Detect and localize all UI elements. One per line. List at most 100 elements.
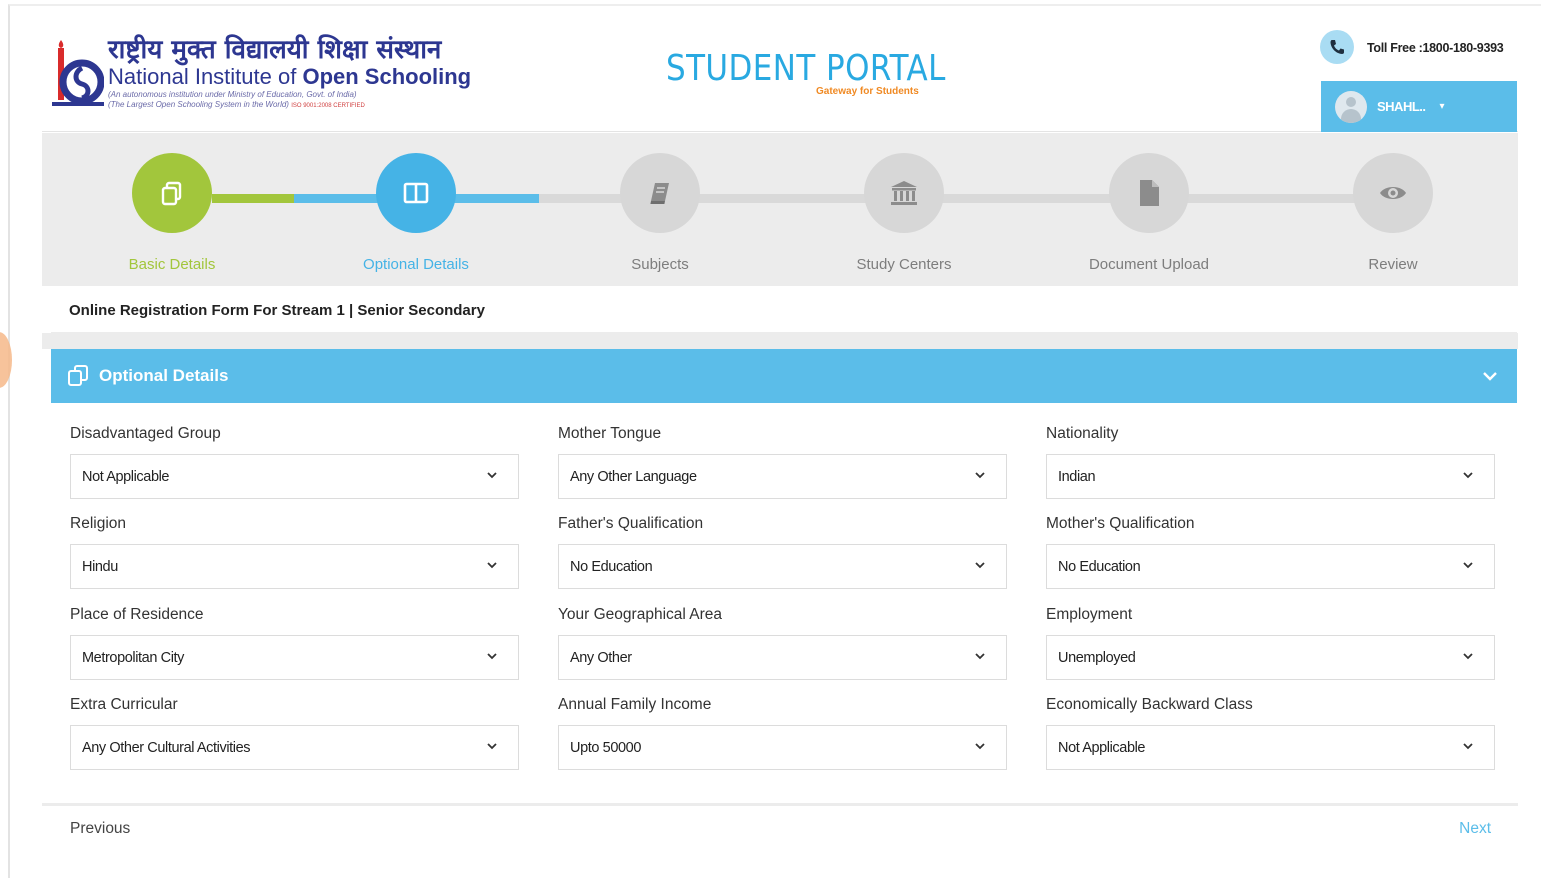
portal-tagline: Gateway for Students	[816, 86, 919, 97]
chevron-down-icon	[975, 472, 985, 479]
select-value: No Education	[1058, 559, 1141, 575]
toll-free-number: Toll Free :1800-180-9393	[1367, 41, 1504, 55]
book-icon	[620, 153, 700, 233]
institution-name-english: National Institute of Open Schooling	[108, 64, 471, 90]
field-employment: Employment Unemployed	[1046, 606, 1495, 680]
select-value: Any Other Language	[570, 469, 697, 485]
field-label: Nationality	[1046, 425, 1119, 442]
field-label: Place of Residence	[70, 606, 204, 623]
field-mother-tongue: Mother Tongue Any Other Language	[558, 425, 1007, 499]
chevron-down-icon	[1463, 562, 1473, 569]
chevron-down-icon	[975, 653, 985, 660]
step-label: Document Upload	[1088, 256, 1210, 273]
field-annual-family-income: Annual Family Income Upto 50000	[558, 696, 1007, 770]
field-label: Your Geographical Area	[558, 606, 723, 623]
step-subjects[interactable]: Subjects	[580, 153, 740, 273]
institution-subtitle-2: (The Largest Open Schooling System in th…	[108, 100, 471, 111]
field-label: Mother's Qualification	[1046, 515, 1195, 532]
institution-name-prefix: National Institute of	[108, 64, 303, 89]
select-value: Any Other	[570, 650, 632, 666]
copy-icon	[132, 153, 212, 233]
field-place-of-residence: Place of Residence Metropolitan City	[70, 606, 519, 680]
field-label: Employment	[1046, 606, 1133, 623]
phone-icon	[1320, 30, 1354, 64]
fathers-qualification-select[interactable]: No Education	[558, 544, 1007, 589]
chevron-down-icon	[1463, 743, 1473, 750]
chevron-down-icon	[487, 743, 497, 750]
field-mothers-qualification: Mother's Qualification No Education	[1046, 515, 1495, 589]
progress-stepper: Basic Details Optional Details Subjects …	[42, 133, 1518, 286]
field-label: Mother Tongue	[558, 425, 662, 442]
select-value: Not Applicable	[1058, 740, 1146, 756]
annual-family-income-select[interactable]: Upto 50000	[558, 725, 1007, 770]
optional-details-panel-header[interactable]: Optional Details	[51, 349, 1517, 403]
header: राष्ट्रीय मुक्त विद्यालयी शिक्षा संस्थान…	[42, 20, 1518, 132]
employment-select[interactable]: Unemployed	[1046, 635, 1495, 680]
eye-icon	[1353, 153, 1433, 233]
portal-branding: STUDENT PORTAL Gateway for Students	[666, 48, 991, 97]
field-extra-curricular: Extra Curricular Any Other Cultural Acti…	[70, 696, 519, 770]
religion-select[interactable]: Hindu	[70, 544, 519, 589]
step-label: Optional Details	[363, 256, 469, 273]
section-divider	[42, 333, 1518, 349]
step-basic-details[interactable]: Basic Details	[92, 153, 252, 273]
step-label: Basic Details	[128, 256, 216, 273]
institution-subtitle-1: (An autonomous institution under Ministr…	[108, 90, 357, 99]
step-review[interactable]: Review	[1313, 153, 1473, 273]
institution-subtitle-2-text: (The Largest Open Schooling System in th…	[108, 100, 289, 109]
field-nationality: Nationality Indian	[1046, 425, 1495, 499]
field-economically-backward-class: Economically Backward Class Not Applicab…	[1046, 696, 1495, 770]
field-label: Annual Family Income	[558, 696, 712, 713]
institution-icon	[864, 153, 944, 233]
iso-certification: ISO 9001:2008 CERTIFIED	[291, 103, 365, 109]
chevron-down-icon	[487, 562, 497, 569]
user-menu-button[interactable]: SHAHL.. ▾	[1321, 81, 1517, 132]
chevron-down-icon	[487, 653, 497, 660]
extra-curricular-select[interactable]: Any Other Cultural Activities	[70, 725, 519, 770]
mothers-qualification-select[interactable]: No Education	[1046, 544, 1495, 589]
select-value: Metropolitan City	[82, 650, 184, 666]
select-value: Upto 50000	[570, 740, 641, 756]
field-geographical-area: Your Geographical Area Any Other	[558, 606, 1007, 680]
geographical-area-select[interactable]: Any Other	[558, 635, 1007, 680]
optional-details-form: Disadvantaged Group Not Applicable Mothe…	[51, 403, 1517, 803]
field-label: Extra Curricular	[70, 696, 178, 713]
nios-logo-icon[interactable]	[52, 38, 105, 110]
chevron-down-icon	[975, 743, 985, 750]
chevron-down-icon: ▾	[1439, 101, 1445, 112]
field-label: Disadvantaged Group	[70, 425, 221, 442]
panel-title: Optional Details	[99, 366, 229, 385]
chevron-down-icon	[1483, 372, 1497, 381]
portal-title: STUDENT PORTAL	[666, 48, 946, 89]
institution-name-hindi: राष्ट्रीय मुक्त विद्यालयी शिक्षा संस्थान	[108, 35, 442, 65]
file-icon	[1109, 153, 1189, 233]
field-label: Father's Qualification	[558, 515, 704, 532]
next-button[interactable]: Next	[1459, 820, 1491, 838]
institution-name: राष्ट्रीय मुक्त विद्यालयी शिक्षा संस्थान…	[108, 36, 471, 111]
institution-name-bold: Open Schooling	[302, 64, 472, 89]
step-label: Study Centers	[856, 256, 952, 273]
step-label: Review	[1368, 256, 1418, 273]
place-of-residence-select[interactable]: Metropolitan City	[70, 635, 519, 680]
chevron-down-icon	[487, 472, 497, 479]
step-label: Subjects	[631, 256, 689, 273]
select-value: Hindu	[82, 559, 118, 575]
copy-icon	[68, 365, 88, 386]
chevron-down-icon	[1463, 472, 1473, 479]
mother-tongue-select[interactable]: Any Other Language	[558, 454, 1007, 499]
field-religion: Religion Hindu	[70, 515, 519, 589]
step-document-upload[interactable]: Document Upload	[1069, 153, 1229, 273]
economically-backward-class-select[interactable]: Not Applicable	[1046, 725, 1495, 770]
field-label: Religion	[70, 515, 127, 532]
select-value: Any Other Cultural Activities	[82, 740, 251, 756]
chevron-down-icon	[1463, 653, 1473, 660]
step-study-centers[interactable]: Study Centers	[824, 153, 984, 273]
user-name: SHAHL..	[1377, 99, 1426, 114]
columns-icon	[376, 153, 456, 233]
select-value: Indian	[1058, 469, 1096, 485]
previous-button[interactable]: Previous	[70, 820, 130, 838]
nationality-select[interactable]: Indian	[1046, 454, 1495, 499]
step-optional-details[interactable]: Optional Details	[336, 153, 496, 273]
disadvantaged-group-select[interactable]: Not Applicable	[70, 454, 519, 499]
field-label: Economically Backward Class	[1046, 696, 1253, 713]
